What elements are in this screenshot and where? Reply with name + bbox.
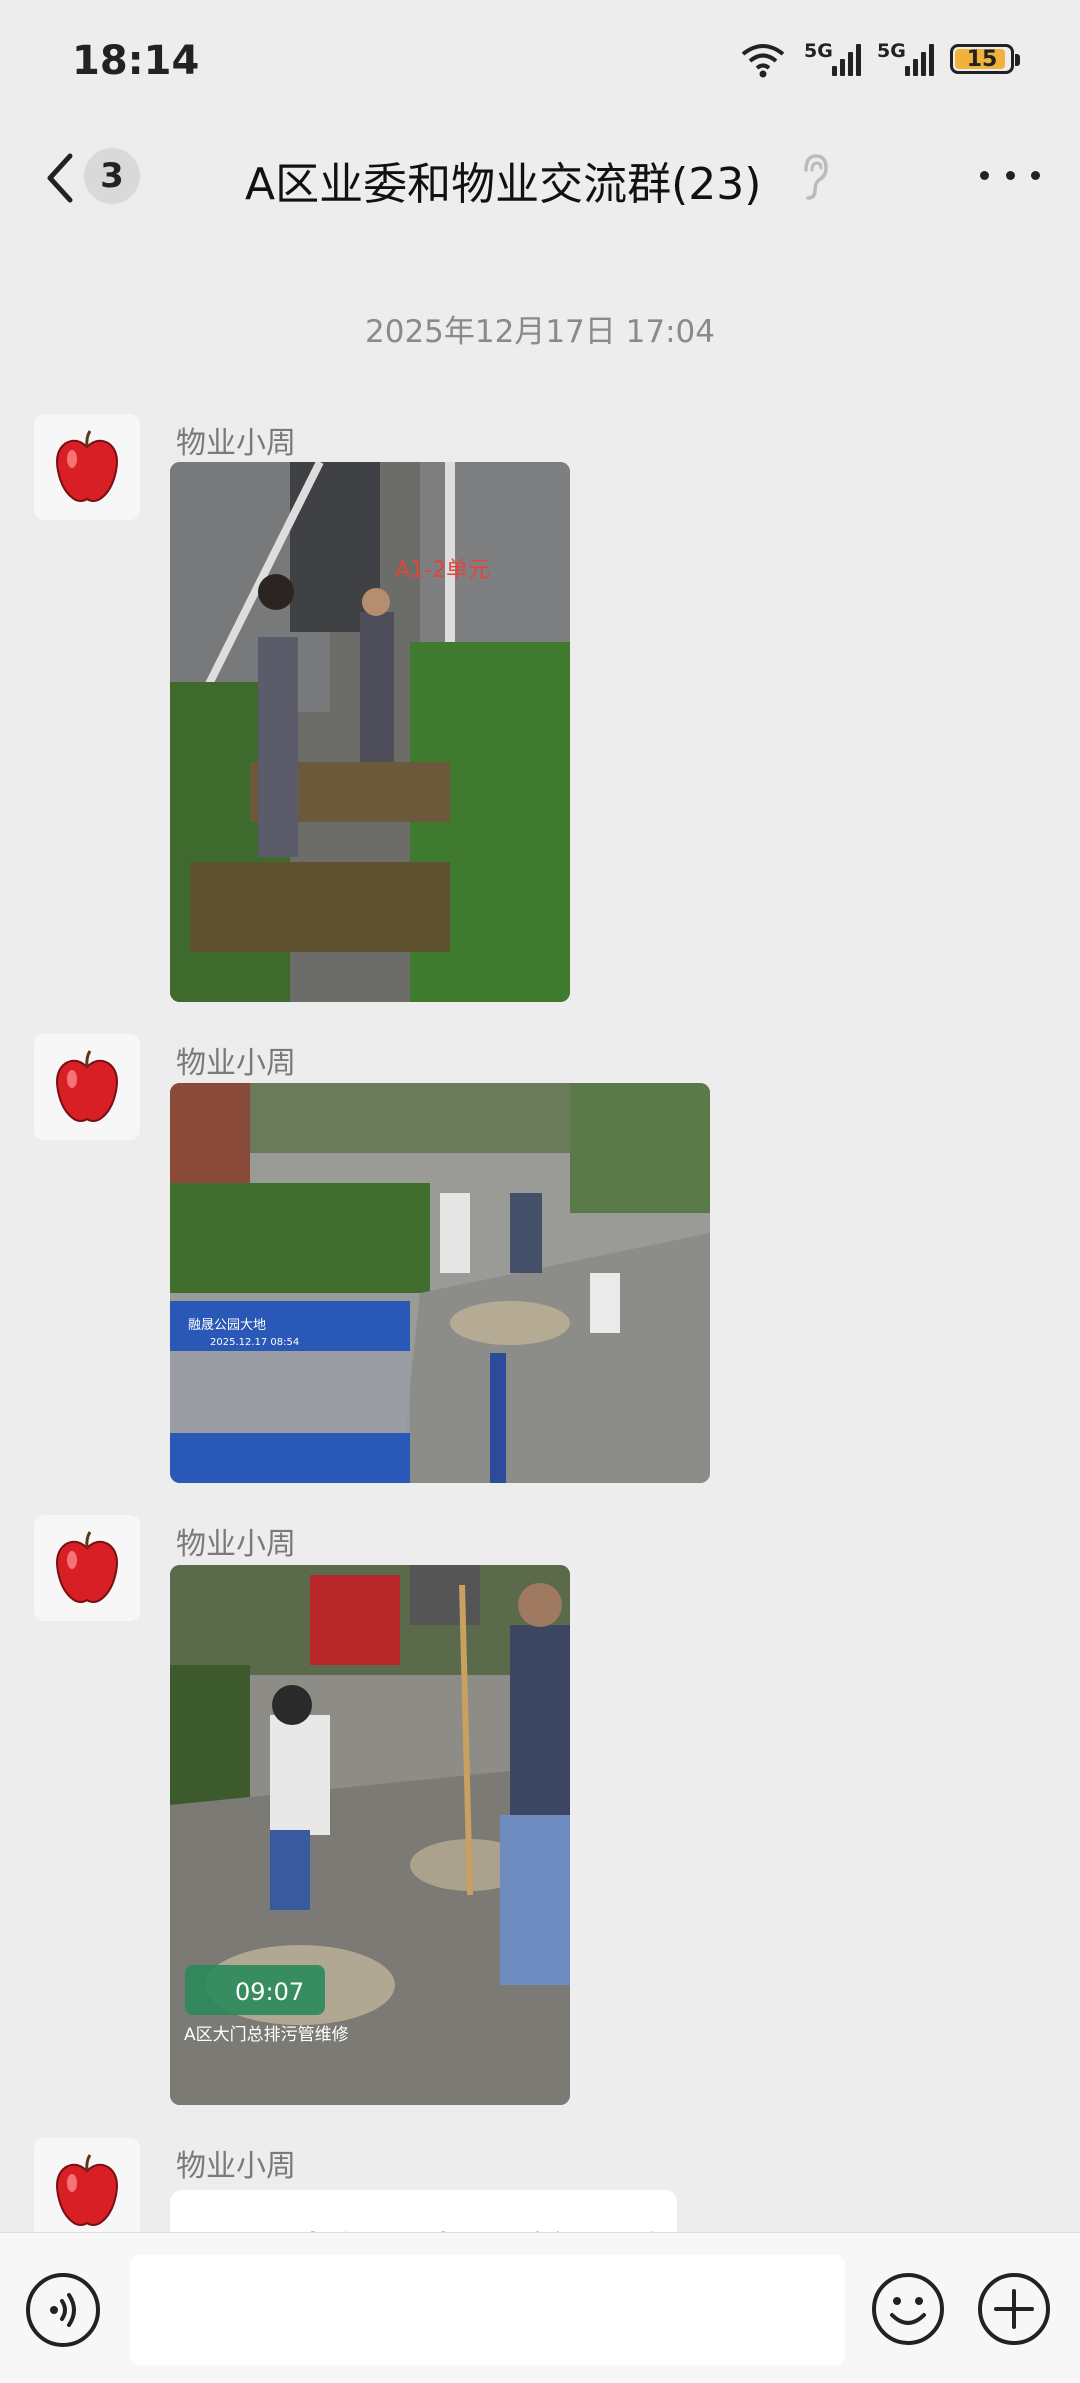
- cellular-signal-1: 5G: [804, 40, 861, 76]
- back-chevron-icon[interactable]: [40, 148, 80, 208]
- photo-content: 09:07 A区大门总排污管维修: [170, 1565, 570, 2105]
- input-bar: [0, 2232, 1080, 2383]
- voice-icon: [50, 2293, 76, 2327]
- avatar[interactable]: [34, 1034, 140, 1140]
- status-bar: 18:14 5G 5G 15: [0, 0, 1080, 120]
- message-photo[interactable]: 融晟公园大地 2025.12.17 08:54: [170, 1083, 710, 1483]
- avatar[interactable]: [34, 414, 140, 520]
- battery-icon: 15: [950, 44, 1020, 74]
- more-icon: [980, 170, 989, 180]
- plus-icon[interactable]: [976, 2271, 1052, 2347]
- emoji-icon[interactable]: [870, 2271, 946, 2347]
- cellular-signal-2: 5G: [877, 40, 934, 76]
- apple-avatar-icon: [56, 1531, 118, 1603]
- photo-caption: A区大门总排污管维修: [184, 2025, 349, 2045]
- apple-avatar-icon: [56, 2154, 118, 2226]
- more-options-button[interactable]: [980, 150, 1040, 200]
- avatar[interactable]: [34, 2138, 140, 2244]
- apple-avatar-icon: [56, 430, 118, 502]
- photo-content: 融晟公园大地 2025.12.17 08:54: [170, 1083, 710, 1483]
- chat-title[interactable]: A区业委和物业交流群(23): [245, 148, 761, 212]
- ear-icon: [804, 154, 828, 200]
- photo-label: A1-2单元: [395, 558, 490, 583]
- sender-name: 物业小周: [176, 426, 296, 461]
- photo-label: 融晟公园大地: [188, 1318, 266, 1333]
- photo-content: A1-2单元: [170, 462, 570, 1002]
- photo-time: 2025.12.17 08:54: [210, 1337, 299, 1348]
- photo-time: 09:07: [235, 1978, 304, 2006]
- wifi-icon: [741, 44, 785, 78]
- apple-avatar-icon: [56, 1050, 118, 1122]
- message-input[interactable]: [130, 2255, 845, 2365]
- chat-timestamp: 2025年12月17日 17:04: [365, 314, 715, 350]
- chat-header: 3 A区业委和物业交流群(23): [0, 120, 1080, 238]
- voice-button[interactable]: [26, 2273, 100, 2347]
- sender-name: 物业小周: [176, 1046, 296, 1081]
- avatar[interactable]: [34, 1515, 140, 1621]
- sender-name: 物业小周: [176, 1527, 296, 1562]
- status-icons: 5G 5G 15: [738, 40, 1020, 78]
- sender-name: 物业小周: [176, 2149, 296, 2184]
- message-photo[interactable]: 09:07 A区大门总排污管维修: [170, 1565, 570, 2105]
- unread-count-badge[interactable]: 3: [84, 148, 140, 204]
- message-photo[interactable]: A1-2单元: [170, 462, 570, 1002]
- status-time: 18:14: [72, 38, 200, 84]
